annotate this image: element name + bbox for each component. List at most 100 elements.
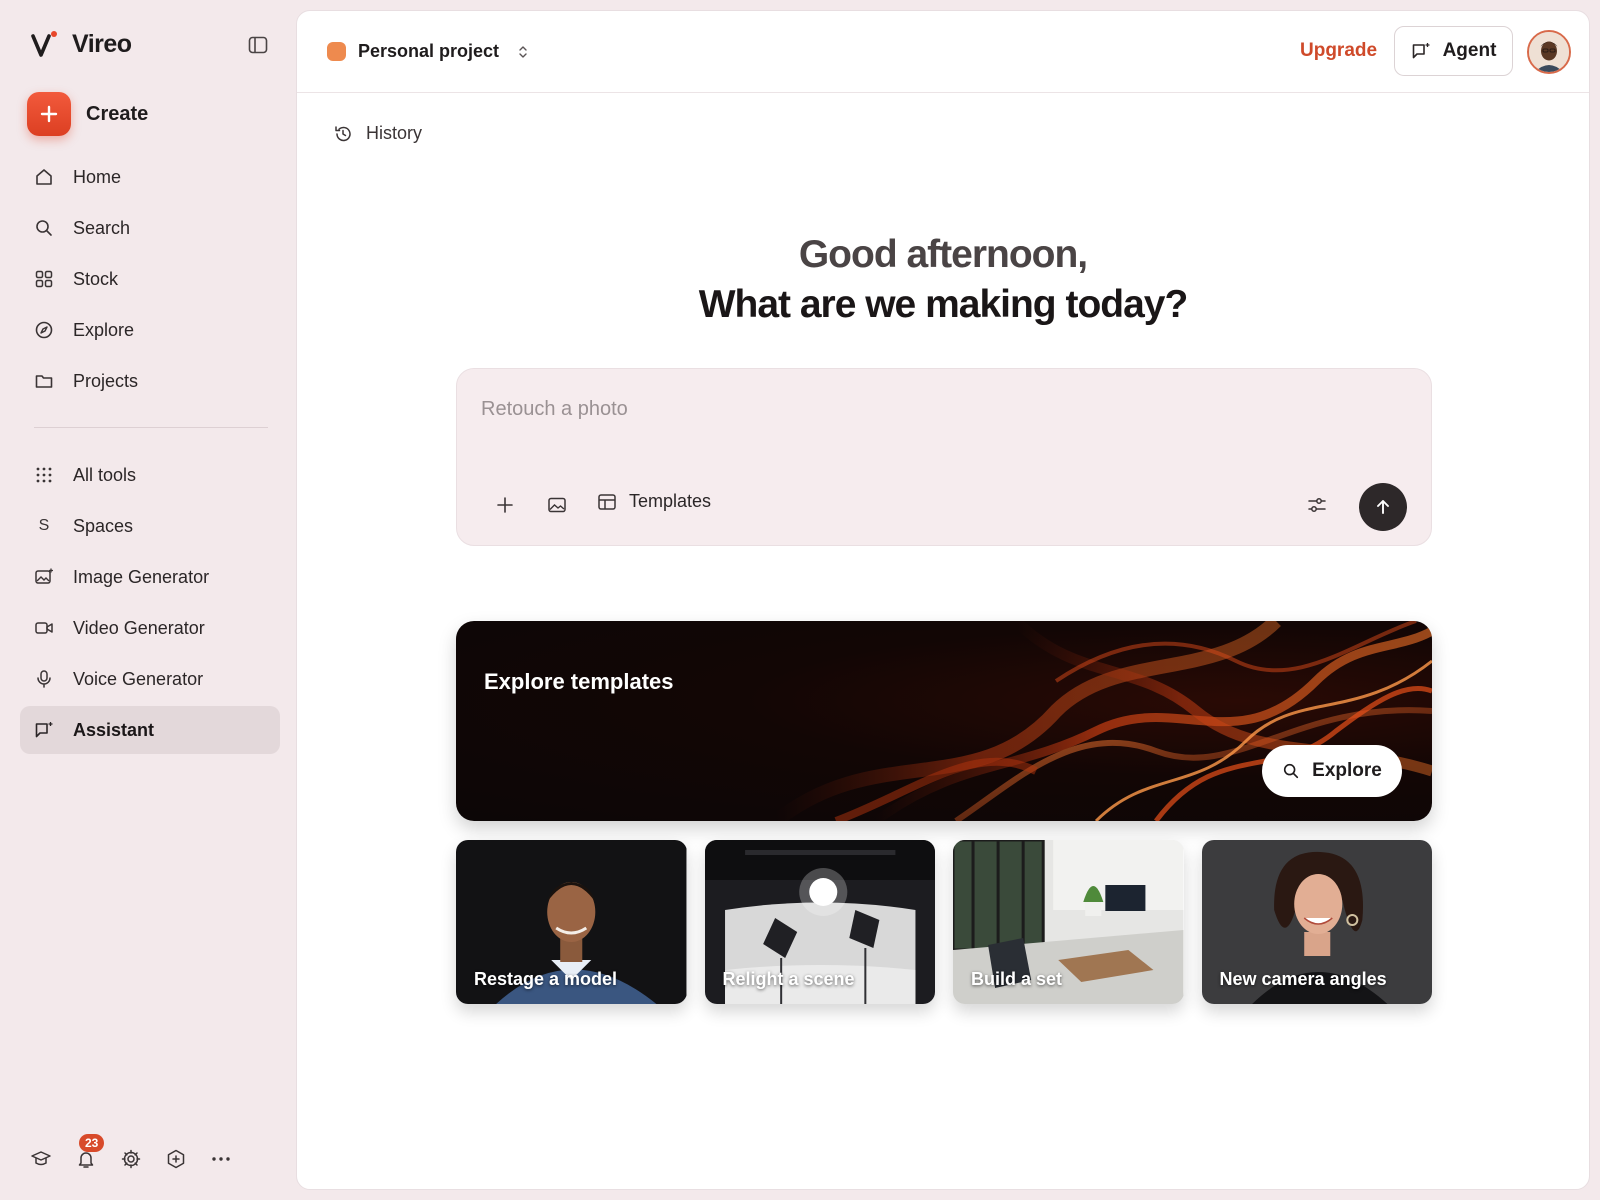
- gear-icon: [121, 1149, 141, 1169]
- plugins-button[interactable]: [165, 1148, 187, 1170]
- more-button[interactable]: [210, 1148, 232, 1170]
- topbar: Personal project Upgrade Agent: [297, 11, 1589, 93]
- card-label: Restage a model: [474, 969, 618, 989]
- sidebar-item-label: All tools: [73, 464, 137, 485]
- card-label: Relight a scene: [722, 969, 855, 989]
- sidebar-item-home[interactable]: Home: [20, 153, 280, 201]
- main-panel: Personal project Upgrade Agent History G…: [296, 10, 1590, 1190]
- home-icon: [34, 167, 54, 187]
- create-button[interactable]: Create: [27, 92, 148, 136]
- create-label: Create: [86, 102, 149, 125]
- video-camera-icon: [34, 618, 54, 638]
- user-portrait-icon: [1529, 32, 1569, 72]
- chat-sparkle-icon: [34, 720, 54, 740]
- project-switcher[interactable]: Personal project: [327, 41, 529, 62]
- templates-label: Templates: [629, 491, 712, 511]
- sidebar-item-label: Projects: [73, 370, 139, 391]
- search-icon: [1284, 763, 1299, 779]
- vireo-logo-icon: [30, 29, 60, 59]
- sliders-icon: [1308, 498, 1326, 512]
- upgrade-link[interactable]: Upgrade: [1300, 40, 1377, 62]
- add-image-button[interactable]: [543, 491, 571, 519]
- sidebar-item-label: Image Generator: [73, 566, 210, 587]
- brand[interactable]: Vireo: [30, 28, 132, 60]
- prompt-input[interactable]: [481, 389, 1381, 429]
- more-dots-icon: [212, 1157, 230, 1161]
- sidebar-item-assistant[interactable]: Assistant: [20, 706, 280, 754]
- project-color-swatch: [327, 42, 346, 61]
- brand-name: Vireo: [72, 29, 132, 58]
- explore-label: Explore: [1312, 760, 1382, 781]
- arrow-up-icon: [1377, 500, 1389, 514]
- chat-sparkle-icon: [1412, 43, 1430, 59]
- card-label: New camera angles: [1219, 969, 1387, 989]
- search-icon: [34, 218, 54, 238]
- sidebar-item-spaces[interactable]: S Spaces: [20, 502, 280, 550]
- history-label: History: [366, 123, 423, 143]
- sidebar-item-label: Assistant: [73, 719, 155, 740]
- primary-nav: Home Search Stock Explore Projects: [20, 153, 280, 408]
- sidebar-item-label: Home: [73, 166, 122, 187]
- notifications-button[interactable]: 23: [75, 1134, 105, 1170]
- compass-icon: [34, 320, 54, 340]
- sidebar-item-label: Stock: [73, 268, 119, 289]
- greeting-line-1: Good afternoon,: [798, 233, 1088, 276]
- sidebar-item-label: Explore: [73, 319, 135, 340]
- spaces-s-icon: S: [38, 517, 50, 534]
- sidebar-toggle-icon: [248, 36, 268, 54]
- sidebar-item-label: Search: [73, 217, 131, 238]
- template-card-relight-a-scene[interactable]: Relight a scene: [704, 840, 935, 1004]
- sidebar: Vireo Create Home Search Stock Explore P…: [0, 0, 296, 1200]
- template-card-build-a-set[interactable]: Build a set: [953, 840, 1184, 1004]
- sidebar-item-label: Spaces: [73, 515, 134, 536]
- graduation-cap-icon: [31, 1151, 51, 1166]
- explore-button[interactable]: Explore: [1262, 745, 1402, 797]
- agent-button[interactable]: Agent: [1394, 26, 1513, 76]
- nav-divider: [34, 427, 268, 428]
- sidebar-item-stock[interactable]: Stock: [20, 255, 280, 303]
- plus-icon: [27, 92, 71, 136]
- sidebar-item-video-generator[interactable]: Video Generator: [20, 604, 280, 652]
- notification-count-badge: 23: [79, 1134, 105, 1152]
- secondary-nav: All tools S Spaces Image Generator Video…: [20, 451, 280, 757]
- banner-title: Explore templates: [484, 669, 674, 694]
- add-attachment-button[interactable]: [491, 491, 519, 519]
- template-layout-icon: [598, 493, 616, 510]
- dots-grid-icon: [34, 465, 54, 485]
- templates-button[interactable]: Templates: [597, 491, 711, 512]
- sidebar-item-explore[interactable]: Explore: [20, 306, 280, 354]
- prompt-settings-button[interactable]: [1303, 491, 1331, 519]
- learn-button[interactable]: [30, 1148, 52, 1170]
- template-card-new-camera-angles[interactable]: New camera angles: [1201, 840, 1432, 1004]
- send-button[interactable]: [1359, 483, 1407, 531]
- template-cards: Restage a model Relight a scene Build a …: [456, 840, 1432, 1004]
- greeting-line-2: What are we making today?: [698, 283, 1189, 326]
- user-avatar[interactable]: [1527, 30, 1571, 74]
- sidebar-item-label: Video Generator: [73, 617, 205, 638]
- history-icon: [335, 125, 351, 141]
- agent-label: Agent: [1442, 40, 1497, 61]
- chevron-up-down-icon: [517, 44, 529, 60]
- sidebar-item-voice-generator[interactable]: Voice Generator: [20, 655, 280, 703]
- history-button[interactable]: History: [333, 123, 422, 144]
- explore-templates-banner[interactable]: Explore templates Explore: [456, 621, 1432, 821]
- sidebar-item-all-tools[interactable]: All tools: [20, 451, 280, 499]
- project-name: Personal project: [358, 41, 500, 61]
- folder-icon: [34, 371, 54, 391]
- sidebar-item-image-generator[interactable]: Image Generator: [20, 553, 280, 601]
- microphone-icon: [34, 669, 54, 689]
- sidebar-item-label: Voice Generator: [73, 668, 204, 689]
- hexagon-plus-icon: [167, 1149, 185, 1169]
- sidebar-footer: 23: [30, 1134, 232, 1170]
- template-card-restage-a-model[interactable]: Restage a model: [456, 840, 687, 1004]
- settings-button[interactable]: [120, 1148, 142, 1170]
- image-icon: [548, 497, 566, 513]
- sidebar-item-search[interactable]: Search: [20, 204, 280, 252]
- plus-icon: [497, 497, 513, 513]
- sidebar-item-projects[interactable]: Projects: [20, 357, 280, 405]
- card-label: Build a set: [971, 969, 1063, 989]
- grid-icon: [34, 269, 54, 289]
- prompt-box: Templates: [456, 368, 1432, 546]
- collapse-sidebar-button[interactable]: [246, 33, 270, 57]
- image-sparkle-icon: [34, 567, 54, 587]
